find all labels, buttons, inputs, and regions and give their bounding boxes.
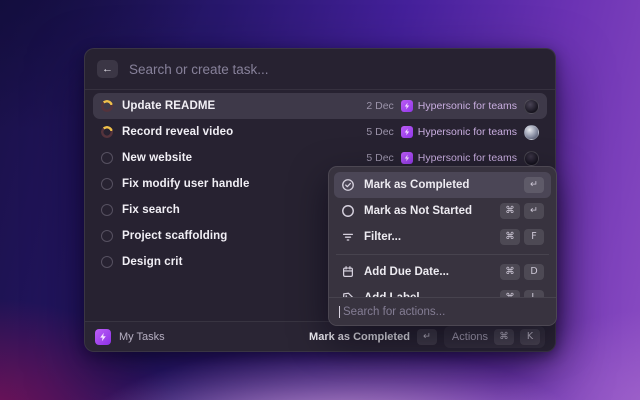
workspace-label: My Tasks xyxy=(119,331,301,343)
filter-icon xyxy=(341,230,355,244)
l-key-badge: L xyxy=(524,290,544,297)
actions-search-placeholder: Search for actions... xyxy=(341,306,445,318)
command-key-badge: ⌘ xyxy=(500,229,520,245)
task-row[interactable]: Update README 2 Dec Hypersonic for teams xyxy=(93,93,547,119)
menu-item-label: Filter... xyxy=(364,231,491,243)
command-key-badge: ⌘ xyxy=(500,264,520,280)
actions-label: Actions xyxy=(452,331,488,343)
task-status-icon[interactable] xyxy=(101,256,113,268)
search-bar: ← Search or create task... xyxy=(85,49,555,89)
lightning-bolt-icon xyxy=(401,126,413,138)
menu-item-add-label[interactable]: Add Label... ⌘ L xyxy=(334,285,551,297)
menu-item-add-due-date[interactable]: Add Due Date... ⌘ D xyxy=(334,259,551,285)
task-status-icon[interactable] xyxy=(101,204,113,216)
task-due-date: 5 Dec xyxy=(366,126,393,138)
actions-search-input[interactable]: Search for actions... xyxy=(329,297,556,325)
workspace-badge: Hypersonic for teams xyxy=(401,126,517,138)
actions-menu-list: Mark as Completed ↵ Mark as Not Started … xyxy=(329,167,556,297)
app-logo-icon xyxy=(95,329,111,345)
check-circle-icon xyxy=(341,178,355,192)
menu-item-label: Add Due Date... xyxy=(364,266,491,278)
task-row[interactable]: Record reveal video 5 Dec Hypersonic for… xyxy=(93,119,547,145)
menu-item-filter[interactable]: Filter... ⌘ F xyxy=(334,224,551,250)
workspace-name: Hypersonic for teams xyxy=(418,126,517,138)
menu-item-mark-completed[interactable]: Mark as Completed ↵ xyxy=(334,172,551,198)
circle-icon xyxy=(341,204,355,218)
menu-item-label: Mark as Completed xyxy=(364,179,515,191)
command-key-badge: ⌘ xyxy=(500,290,520,297)
task-title: Record reveal video xyxy=(122,126,357,138)
task-title: New website xyxy=(122,152,357,164)
return-key-badge: ↵ xyxy=(524,203,544,219)
primary-action-label[interactable]: Mark as Completed xyxy=(309,331,410,343)
calendar-icon xyxy=(341,265,355,279)
task-due-date: 5 Dec xyxy=(366,152,393,164)
lightning-bolt-icon xyxy=(401,152,413,164)
task-status-icon[interactable] xyxy=(101,126,113,138)
command-key-badge: ⌘ xyxy=(500,203,520,219)
task-status-icon[interactable] xyxy=(101,100,113,112)
assignee-avatar xyxy=(524,99,539,114)
workspace-badge: Hypersonic for teams xyxy=(401,100,517,112)
task-due-date: 2 Dec xyxy=(366,100,393,112)
workspace-name: Hypersonic for teams xyxy=(418,152,517,164)
desktop-background: ← Search or create task... Update README… xyxy=(0,0,640,400)
search-input[interactable]: Search or create task... xyxy=(129,62,269,77)
workspace-badge: Hypersonic for teams xyxy=(401,152,517,164)
task-status-icon[interactable] xyxy=(101,178,113,190)
menu-item-label: Mark as Not Started xyxy=(364,205,491,217)
d-key-badge: D xyxy=(524,264,544,280)
workspace-name: Hypersonic for teams xyxy=(418,100,517,112)
menu-divider xyxy=(336,254,549,255)
return-key-badge: ↵ xyxy=(524,177,544,193)
back-arrow-icon: ← xyxy=(102,64,113,75)
text-cursor xyxy=(339,306,340,318)
actions-menu: Mark as Completed ↵ Mark as Not Started … xyxy=(328,166,557,326)
lightning-bolt-icon xyxy=(401,100,413,112)
menu-item-mark-not-started[interactable]: Mark as Not Started ⌘ ↵ xyxy=(334,198,551,224)
task-title: Update README xyxy=(122,100,357,112)
task-status-icon[interactable] xyxy=(101,152,113,164)
command-key-badge: ⌘ xyxy=(494,329,514,345)
assignee-avatar xyxy=(524,125,539,140)
task-status-icon[interactable] xyxy=(101,230,113,242)
f-key-badge: F xyxy=(524,229,544,245)
actions-button[interactable]: Actions ⌘ K xyxy=(444,326,545,348)
back-button[interactable]: ← xyxy=(97,60,118,78)
k-key-badge: K xyxy=(520,329,540,345)
assignee-avatar xyxy=(524,151,539,166)
return-key-badge: ↵ xyxy=(417,329,437,345)
